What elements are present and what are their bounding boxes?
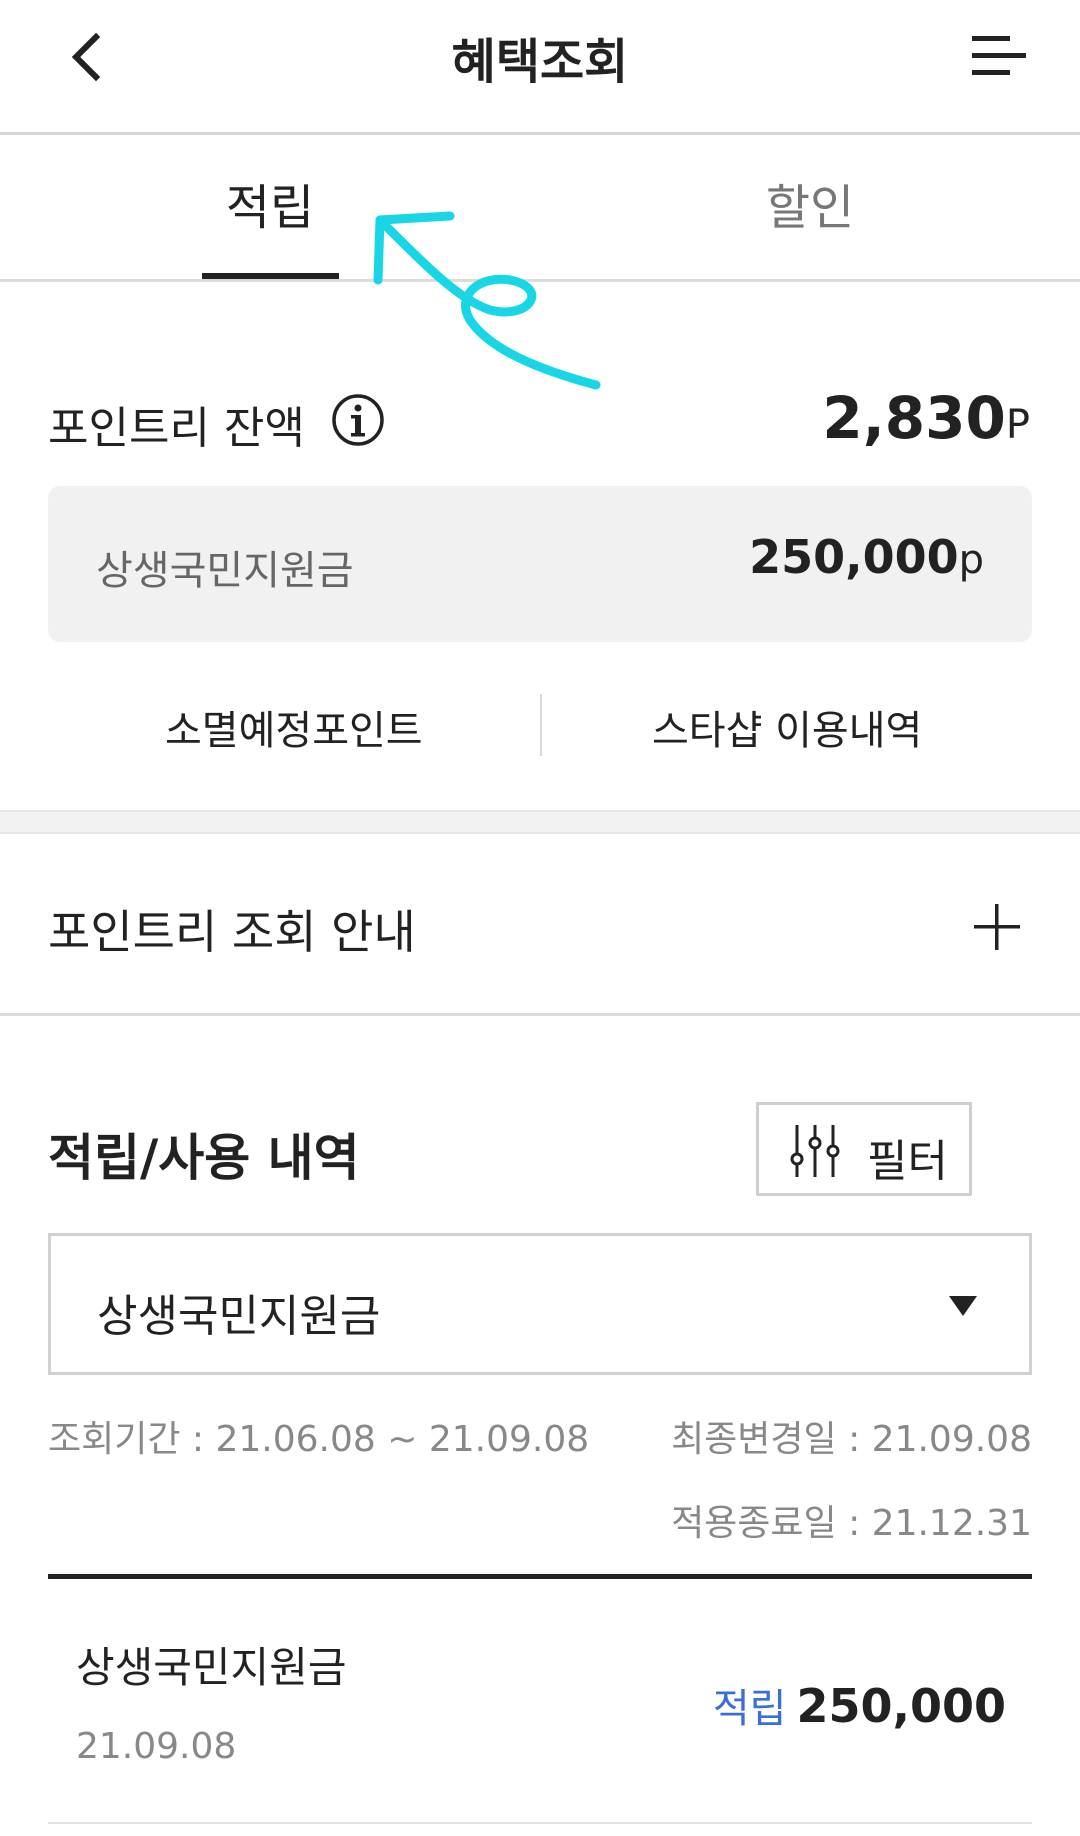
info-button[interactable] — [330, 392, 386, 448]
history-title: 적립/사용 내역 — [48, 1129, 360, 1187]
last-changed-date: 최종변경일 : 21.09.08 — [671, 1419, 1032, 1460]
balance-amount-value: 2,830 — [822, 384, 1006, 452]
balance-amount: 2,830P — [822, 384, 1030, 452]
list-item-amount-group: 적립 250,000 — [713, 1676, 1006, 1734]
sub-balance-value: 250,000 — [749, 530, 959, 584]
sliders-icon — [790, 1125, 840, 1177]
active-tab-indicator — [202, 273, 339, 279]
menu-button[interactable] — [970, 30, 1028, 82]
info-icon — [332, 394, 384, 446]
sub-balance-amount: 250,000p — [749, 530, 984, 584]
inquiry-guide-label: 포인트리 조회 안내 — [48, 905, 416, 959]
benefit-inquiry-screen: 혜택조회 적립 할인 포인트리 잔액 2,830P 상생국민지원금 250,00… — [0, 0, 1080, 1836]
quick-links: 소멸예정포인트 스타샵 이용내역 — [0, 690, 1080, 760]
plus-icon — [974, 904, 1020, 950]
dropdown-triangle-icon — [949, 1296, 977, 1316]
list-item-type: 적립 — [712, 1686, 787, 1732]
hamburger-menu-icon — [972, 36, 1026, 75]
annotation-arrow-icon — [373, 211, 601, 390]
list-item-amount: 250,000 — [796, 1679, 1006, 1733]
sub-balance-panel: 상생국민지원금 250,000p — [48, 486, 1032, 642]
sub-balance-label: 상생국민지원금 — [96, 548, 354, 594]
links-divider — [540, 694, 542, 756]
section-separator — [0, 810, 1080, 834]
list-item-name: 상생국민지원금 — [76, 1643, 347, 1692]
list-divider — [48, 1574, 1032, 1579]
tab-earn[interactable]: 적립 — [180, 138, 360, 282]
list-item[interactable]: 상생국민지원금 21.09.08 적립 250,000 — [48, 1580, 1032, 1824]
balance-unit: P — [1005, 402, 1030, 448]
end-date: 적용종료일 : 21.12.31 — [671, 1503, 1032, 1544]
starshop-history-link[interactable]: 스타샵 이용내역 — [652, 698, 922, 756]
benefit-type-select[interactable]: 상생국민지원금 — [48, 1233, 1032, 1375]
balance-label: 포인트리 잔액 — [48, 403, 305, 454]
page-title: 혜택조회 — [451, 34, 629, 90]
inquiry-period: 조회기간 : 21.06.08 ~ 21.09.08 — [48, 1419, 590, 1460]
tab-discount[interactable]: 할인 — [720, 138, 900, 282]
expiring-points-link[interactable]: 소멸예정포인트 — [165, 698, 423, 756]
select-value: 상생국민지원금 — [97, 1291, 381, 1342]
filter-label: 필터 — [867, 1136, 948, 1187]
sub-balance-unit: p — [958, 537, 984, 583]
filter-button[interactable]: 필터 — [756, 1102, 972, 1196]
inquiry-guide-accordion[interactable]: 포인트리 조회 안내 — [0, 834, 1080, 1016]
app-header: 혜택조회 — [0, 0, 1080, 135]
list-item-date: 21.09.08 — [76, 1726, 237, 1767]
